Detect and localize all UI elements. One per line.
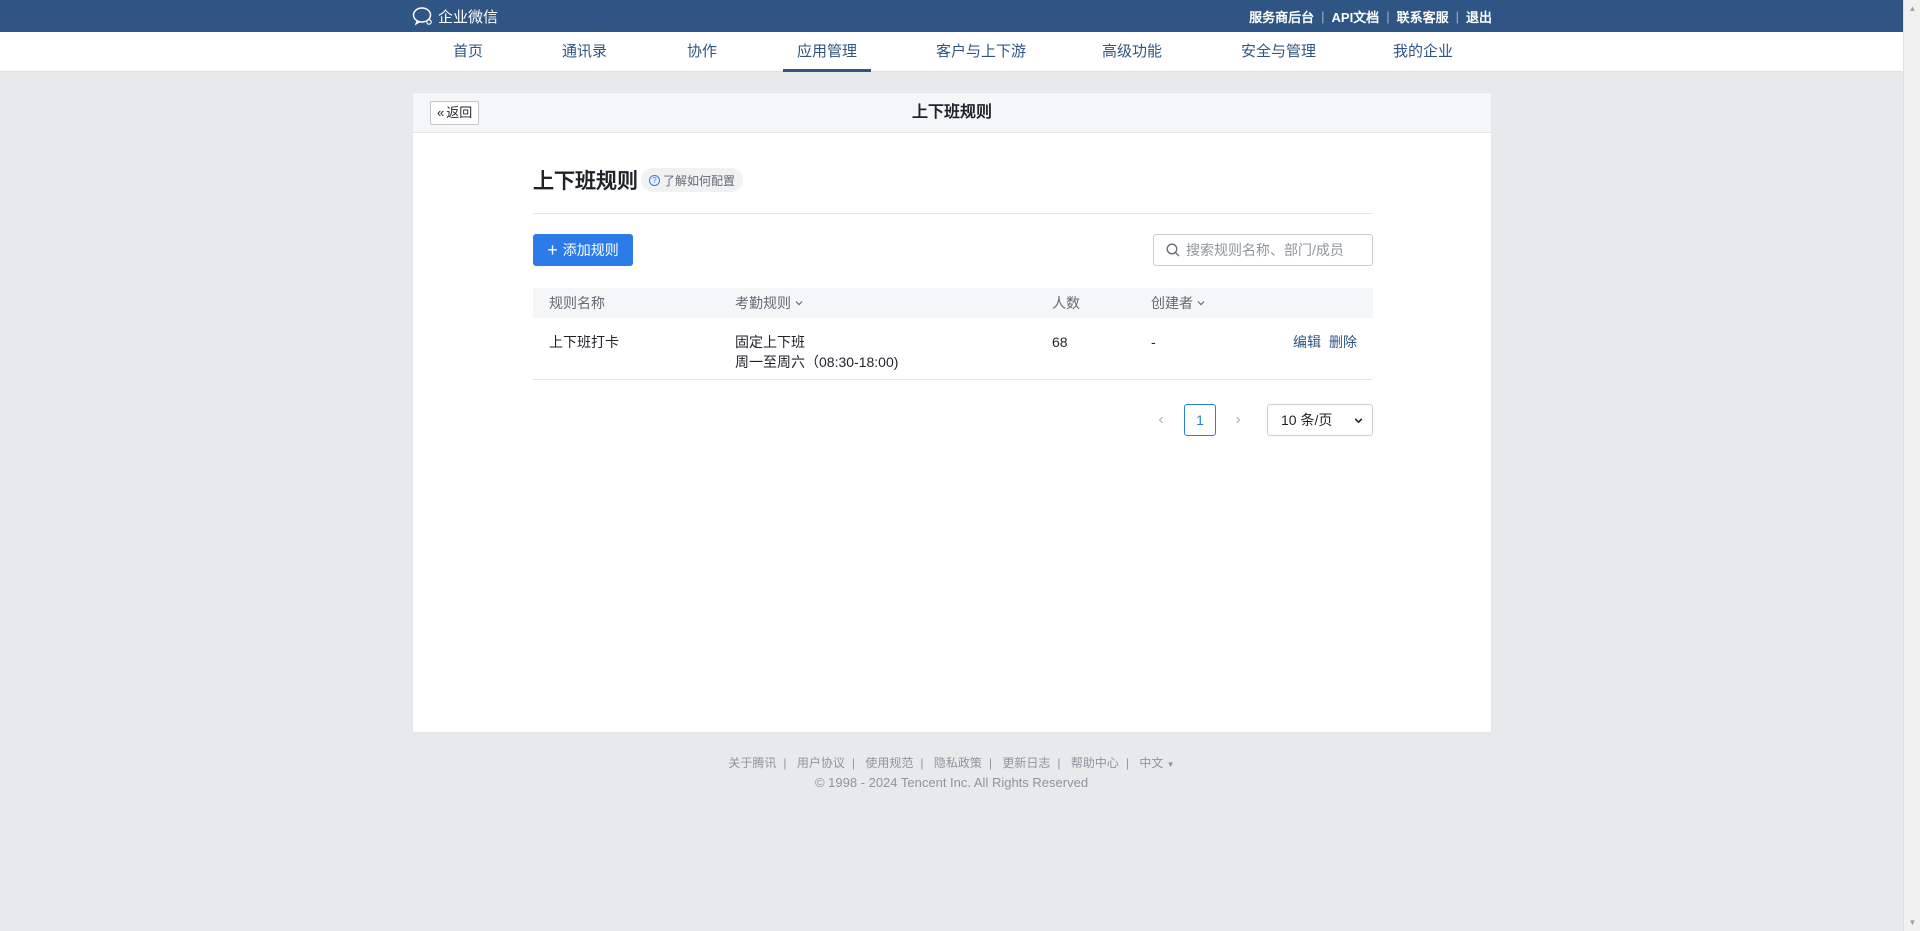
rule-detail-cell: 固定上下班 周一至周六（08:30-18:00) [735,332,898,372]
separator: | [1386,8,1390,24]
main-nav: 首页 通讯录 协作 应用管理 客户与上下游 高级功能 安全与管理 我的企业 [0,32,1903,72]
separator: | [1125,756,1129,770]
provider-console-link[interactable]: 服务商后台 [1249,7,1314,26]
top-links: 服务商后台 | API文档 | 联系客服 | 退出 [1249,0,1492,32]
separator: | [1455,8,1459,24]
col-header-rule[interactable]: 考勤规则 [735,288,804,318]
footer-link-privacy[interactable]: 隐私政策 [934,756,982,770]
divider [533,213,1373,214]
footer-link-help[interactable]: 帮助中心 [1071,756,1119,770]
copyright: © 1998 - 2024 Tencent Inc. All Rights Re… [814,775,1089,790]
page-size-value: 10 条/页 [1281,412,1333,428]
separator: | [783,756,787,770]
prev-page-chevron-left-icon[interactable]: ‹ [1151,404,1171,436]
delete-link[interactable]: 删除 [1329,332,1357,352]
nav-item-my-company[interactable]: 我的企业 [1393,32,1453,72]
separator: | [1057,756,1061,770]
brand-logo[interactable]: 企业微信 [412,0,498,32]
chevron-down-icon [1197,301,1205,306]
next-page-chevron-right-icon[interactable]: › [1228,404,1248,436]
edit-link[interactable]: 编辑 [1293,332,1321,352]
page-title: 上下班规则 [533,170,638,193]
col-header-rule-label: 考勤规则 [735,295,791,311]
rule-name-cell: 上下班打卡 [549,334,619,350]
back-button[interactable]: « 返回 [430,101,480,125]
table-row: 上下班打卡 固定上下班 周一至周六（08:30-18:00) 68 - 编辑 删… [533,318,1373,380]
howto-label: 了解如何配置 [663,173,736,188]
caret-down-icon: ▼ [1166,760,1175,769]
language-label: 中文 [1139,756,1164,770]
nav-item-security[interactable]: 安全与管理 [1241,32,1316,72]
vertical-scrollbar[interactable]: ▲ ▼ [1903,0,1920,931]
nav-item-advanced[interactable]: 高级功能 [1102,32,1162,72]
double-chevron-left-icon: « [437,105,445,120]
separator: | [851,756,856,770]
plus-icon: + [547,240,558,260]
page-number-current[interactable]: 1 [1184,404,1216,436]
nav-item-contacts[interactable]: 通讯录 [562,32,607,72]
nav-item-collaboration[interactable]: 协作 [687,32,717,72]
footer-link-about[interactable]: 关于腾讯 [728,756,776,770]
add-rule-label: 添加规则 [562,242,619,258]
rule-type: 固定上下班 [735,334,805,350]
member-count-cell: 68 [1052,334,1068,350]
scroll-down-arrow-icon[interactable]: ▼ [1904,914,1920,931]
search-input[interactable] [1186,242,1356,258]
howto-config-link[interactable]: ? 了解如何配置 [641,168,744,192]
scroll-up-arrow-icon[interactable]: ▲ [1904,0,1920,17]
col-header-count: 人数 [1052,288,1080,318]
back-label: 返回 [446,105,473,120]
col-header-name-label: 规则名称 [549,295,605,311]
creator-cell: - [1151,334,1156,350]
footer-link-changelog[interactable]: 更新日志 [1002,756,1050,770]
nav-item-customers[interactable]: 客户与上下游 [936,32,1026,72]
table-header: 规则名称 考勤规则 人数 创建者 [533,288,1373,318]
api-docs-link[interactable]: API文档 [1332,7,1380,26]
nav-item-app-management[interactable]: 应用管理 [782,32,872,72]
brand-name: 企业微信 [438,8,499,26]
nav-item-home[interactable]: 首页 [453,32,483,72]
wecom-logo-icon [412,7,432,26]
logout-link[interactable]: 退出 [1466,7,1492,26]
question-icon: ? [649,174,660,186]
col-header-count-label: 人数 [1052,295,1080,311]
chevron-down-icon [795,301,803,306]
search-icon [1166,243,1180,257]
footer-link-user-agreement[interactable]: 用户协议 [797,756,845,770]
add-rule-button[interactable]: + 添加规则 [533,234,633,266]
language-select[interactable]: 中文 ▼ [1139,756,1174,770]
col-header-name: 规则名称 [549,288,605,318]
footer-links: 关于腾讯 | 用户协议 | 使用规范 | 隐私政策 | 更新日志 | 帮助中心 | 中文 ▼ [0,754,1903,771]
chevron-down-icon [1354,417,1363,423]
content-card: 上下班规则 « 返回 上下班规则 ? 了解如何配置 + 添加规则 规则名称 考勤… [412,92,1492,733]
separator: | [920,756,924,770]
card-header: 上下班规则 « 返回 [413,93,1491,133]
card-title: 上下班规则 [911,104,992,121]
col-header-creator[interactable]: 创建者 [1151,288,1206,318]
search-box [1153,234,1373,266]
page-size-select[interactable]: 10 条/页 [1267,404,1373,436]
rule-time: 周一至周六（08:30-18:00) [735,354,899,370]
footer-link-usage-rules[interactable]: 使用规范 [865,756,913,770]
top-bar: 企业微信 服务商后台 | API文档 | 联系客服 | 退出 [0,0,1903,32]
contact-support-link[interactable]: 联系客服 [1397,7,1449,26]
col-header-creator-label: 创建者 [1151,295,1193,311]
separator: | [1321,8,1325,24]
separator: | [988,756,992,770]
